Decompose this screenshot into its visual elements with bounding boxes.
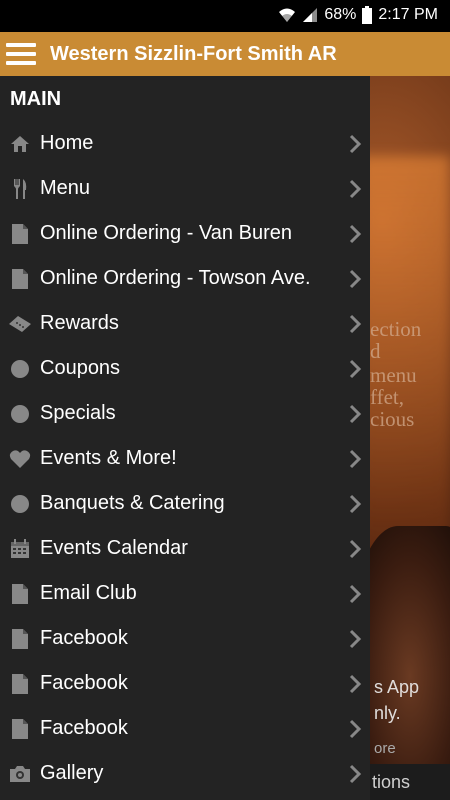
document-icon xyxy=(0,223,40,245)
ticket-icon xyxy=(0,315,40,333)
chevron-right-icon xyxy=(349,224,362,244)
circle-icon xyxy=(0,359,40,379)
chevron-right-icon xyxy=(349,584,362,604)
chevron-right-icon xyxy=(349,134,362,154)
drawer-item-coupons[interactable]: Coupons xyxy=(0,346,370,391)
status-icons: 68% 2:17 PM xyxy=(278,6,438,24)
drawer-item-facebook[interactable]: Facebook xyxy=(0,616,370,661)
chevron-right-icon xyxy=(349,494,362,514)
drawer-item-label: Facebook xyxy=(40,672,128,694)
drawer-item-label: Home xyxy=(40,132,94,154)
document-icon xyxy=(0,583,40,605)
document-icon xyxy=(0,268,40,290)
chevron-right-icon xyxy=(349,764,362,784)
wifi-icon xyxy=(278,7,296,23)
circle-icon xyxy=(0,404,40,424)
drawer-item-label: Rewards xyxy=(40,312,119,334)
navigation-drawer: MAIN Home Menu Online Ordering - Van Bur… xyxy=(0,76,370,800)
battery-icon xyxy=(362,6,373,24)
app-title: Western Sizzlin-Fort Smith AR xyxy=(50,42,337,65)
drawer-item-label: Menu xyxy=(40,177,91,199)
battery-percent: 68% xyxy=(324,6,357,23)
section-title: MAIN xyxy=(10,88,62,110)
drawer-item-specials[interactable]: Specials xyxy=(0,391,370,436)
bottom-bar-label[interactable]: tions xyxy=(372,772,410,793)
drawer-item-label: Coupons xyxy=(40,357,121,379)
home-icon xyxy=(0,135,40,153)
drawer-item-online-ordering-van-buren[interactable]: Online Ordering - Van Buren xyxy=(0,211,370,256)
drawer-item-facebook[interactable]: Facebook xyxy=(0,661,370,706)
drawer-item-rewards[interactable]: Rewards xyxy=(0,301,370,346)
drawer-item-label: Banquets & Catering xyxy=(40,492,225,514)
chevron-right-icon xyxy=(349,449,362,469)
drawer-item-menu[interactable]: Menu xyxy=(0,166,370,211)
chevron-right-icon xyxy=(349,269,362,289)
document-icon xyxy=(0,718,40,740)
chevron-right-icon xyxy=(349,629,362,649)
circle-icon xyxy=(0,494,40,514)
drawer-list: Home Menu Online Ordering - Van Buren On… xyxy=(0,121,370,796)
heart-icon xyxy=(0,449,40,469)
document-icon xyxy=(0,628,40,650)
drawer-item-home[interactable]: Home xyxy=(0,121,370,166)
chevron-right-icon xyxy=(349,179,362,199)
drawer-item-facebook[interactable]: Facebook xyxy=(0,706,370,751)
fork-knife-icon xyxy=(0,178,40,200)
drawer-item-events-calendar[interactable]: Events Calendar xyxy=(0,526,370,571)
background-text: ffet, xyxy=(370,385,405,409)
chevron-right-icon xyxy=(349,359,362,379)
drawer-item-label: Online Ordering - Van Buren xyxy=(40,222,292,244)
drawer-item-online-ordering-towson[interactable]: Online Ordering - Towson Ave. xyxy=(0,256,370,301)
status-bar: 68% 2:17 PM xyxy=(0,0,450,32)
drawer-item-email-club[interactable]: Email Club xyxy=(0,571,370,616)
background-text: d xyxy=(370,339,381,363)
app-promo-text: nly. xyxy=(374,703,401,723)
chevron-right-icon xyxy=(349,674,362,694)
camera-icon xyxy=(0,765,40,783)
drawer-item-label: Events Calendar xyxy=(40,537,188,559)
hamburger-menu-icon[interactable] xyxy=(6,43,36,65)
drawer-item-events-more[interactable]: Events & More! xyxy=(0,436,370,481)
chevron-right-icon xyxy=(349,719,362,739)
chevron-right-icon xyxy=(349,404,362,424)
signal-icon xyxy=(302,7,318,23)
drawer-item-label: Gallery xyxy=(40,762,104,784)
background-text: cious xyxy=(370,407,415,431)
drawer-item-label: Events & More! xyxy=(40,447,177,469)
clock: 2:17 PM xyxy=(378,6,438,23)
chevron-right-icon xyxy=(349,314,362,334)
drawer-item-label: Facebook xyxy=(40,717,128,739)
document-icon xyxy=(0,673,40,695)
drawer-item-label: Online Ordering - Towson Ave. xyxy=(40,267,311,289)
background-text: ection xyxy=(370,317,422,341)
drawer-item-label: Specials xyxy=(40,402,116,424)
more-link[interactable]: ore xyxy=(374,738,396,760)
background-text: menu xyxy=(370,363,417,387)
app-promo-text: s App xyxy=(374,677,420,697)
drawer-item-label: Facebook xyxy=(40,627,128,649)
calendar-icon xyxy=(0,538,40,559)
chevron-right-icon xyxy=(349,539,362,559)
drawer-item-gallery[interactable]: Gallery xyxy=(0,751,370,796)
drawer-item-banquets-catering[interactable]: Banquets & Catering xyxy=(0,481,370,526)
drawer-item-label: Email Club xyxy=(40,582,137,604)
app-bar: Western Sizzlin-Fort Smith AR xyxy=(0,32,450,76)
